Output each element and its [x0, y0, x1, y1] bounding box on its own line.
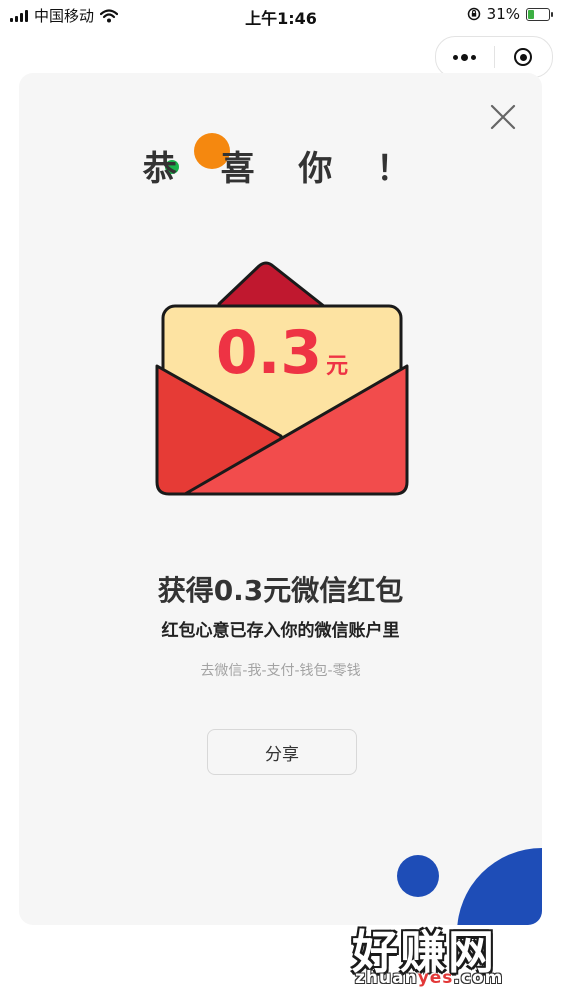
- more-button[interactable]: [436, 37, 494, 77]
- battery-charging-icon: [526, 7, 553, 21]
- miniprogram-capsule: [435, 36, 553, 78]
- more-icon: [453, 53, 477, 61]
- status-right: 31%: [467, 5, 553, 23]
- share-button[interactable]: 分享: [207, 729, 357, 775]
- close-icon: [490, 104, 516, 130]
- red-packet-card: 恭 喜 你 ！ 0.3 元 获得0.3元微信红包 红包心意已存入你的微信账户里 去…: [19, 73, 542, 925]
- red-envelope-icon: 0.3 元: [153, 258, 411, 498]
- watermark-url-highlight: yes: [417, 968, 454, 988]
- orientation-lock-icon: [467, 7, 480, 21]
- reward-subtext: 红包心意已存入你的微信账户里: [161, 621, 400, 641]
- battery-percent: 31%: [486, 5, 520, 23]
- blue-decor-circle-small: [397, 855, 439, 897]
- reward-headline: 获得0.3元微信红包: [157, 574, 404, 607]
- watermark-url: zhuanyes.com: [355, 968, 503, 988]
- amount-unit: 元: [326, 354, 349, 379]
- close-miniprogram-button[interactable]: [495, 37, 553, 77]
- amount-value: 0.3: [215, 318, 323, 388]
- close-button[interactable]: [487, 101, 519, 133]
- watermark-url-prefix: zhuan: [355, 968, 418, 988]
- close-miniprogram-icon: [514, 48, 533, 66]
- amount-display: 0.3 元: [153, 318, 411, 388]
- congrats-title: 恭 喜 你 ！: [142, 149, 427, 189]
- status-bar: 中国移动 上午1:46 31%: [0, 0, 562, 30]
- watermark-url-suffix: .com: [453, 968, 504, 988]
- blue-decor-circle-large: [457, 848, 542, 925]
- wallet-path-hint: 去微信-我-支付-钱包-零钱: [200, 663, 361, 679]
